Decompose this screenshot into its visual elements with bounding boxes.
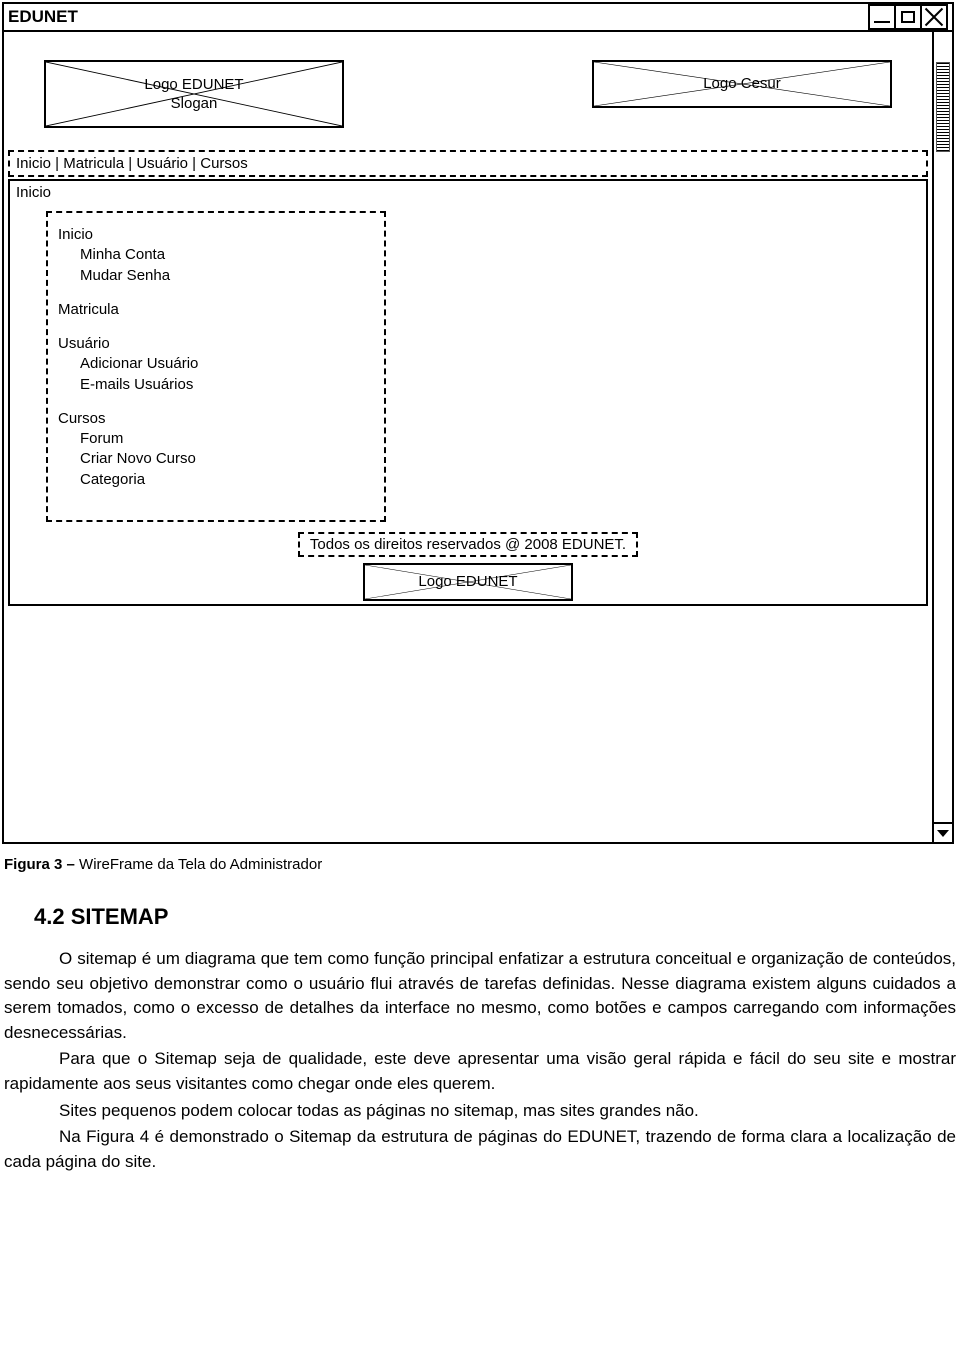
titlebar: EDUNET (4, 4, 952, 32)
main-nav-items: Inicio | Matricula | Usuário | Cursos (16, 155, 248, 172)
figure-label: Figura 3 – (4, 856, 79, 873)
footer-area: Todos os direitos reservados @ 2008 EDUN… (16, 532, 920, 601)
figure-caption-text: WireFrame da Tela do Administrador (79, 856, 322, 873)
logo-edunet-placeholder: Logo EDUNETSlogan (44, 60, 344, 128)
footer-copyright: Todos os direitos reservados @ 2008 EDUN… (298, 532, 638, 557)
logo-edunet-text: Logo EDUNETSlogan (138, 73, 249, 116)
main-nav[interactable]: Inicio | Matricula | Usuário | Cursos (8, 150, 928, 177)
footer-logo-placeholder: Logo EDUNET (363, 563, 573, 601)
wireframe-window: EDUNET Logo EDUNETSlogan Logo Cesur Inic… (2, 2, 954, 844)
tree-mudar-senha[interactable]: Mudar Senha (58, 266, 374, 286)
content-panel: Inicio Inicio Minha Conta Mudar Senha Ma… (8, 179, 928, 606)
header-logos: Logo EDUNETSlogan Logo Cesur (4, 32, 932, 146)
figure-caption: Figura 3 – WireFrame da Tela do Administ… (4, 856, 956, 873)
chevron-down-icon (937, 830, 949, 837)
logo-cesur-text: Logo Cesur (697, 72, 787, 96)
tree-criar-novo-curso[interactable]: Criar Novo Curso (58, 449, 374, 469)
minimize-button[interactable] (868, 4, 896, 30)
tree-inicio[interactable]: Inicio (58, 225, 374, 245)
tree-usuario[interactable]: Usuário (58, 334, 374, 354)
tree-forum[interactable]: Forum (58, 429, 374, 449)
paragraph-2: Para que o Sitemap seja de qualidade, es… (4, 1047, 956, 1096)
paragraph-4: Na Figura 4 é demonstrado o Sitemap da e… (4, 1125, 956, 1174)
tree-matricula[interactable]: Matricula (58, 300, 374, 320)
sitemap-tree: Inicio Minha Conta Mudar Senha Matricula… (46, 211, 386, 522)
section-heading: 4.2 SITEMAP (4, 901, 956, 933)
paragraph-3: Sites pequenos podem colocar todas as pá… (4, 1099, 956, 1124)
paragraph-1: O sitemap é um diagrama que tem como fun… (4, 947, 956, 1046)
tree-cursos[interactable]: Cursos (58, 409, 374, 429)
logo-cesur-placeholder: Logo Cesur (592, 60, 892, 108)
footer-logo-text: Logo EDUNET (412, 570, 523, 594)
tree-emails-usuarios[interactable]: E-mails Usuários (58, 375, 374, 395)
tree-minha-conta[interactable]: Minha Conta (58, 245, 374, 265)
scroll-down-button[interactable] (934, 822, 952, 842)
vertical-scrollbar[interactable] (932, 32, 952, 842)
window-title: EDUNET (8, 7, 78, 27)
maximize-button[interactable] (894, 4, 922, 30)
document-body: 4.2 SITEMAP O sitemap é um diagrama que … (0, 901, 960, 1197)
scrollbar-thumb[interactable] (936, 62, 950, 152)
breadcrumb-label: Inicio (16, 184, 920, 201)
close-button[interactable] (920, 4, 948, 30)
tree-categoria[interactable]: Categoria (58, 470, 374, 490)
tree-adicionar-usuario[interactable]: Adicionar Usuário (58, 354, 374, 374)
